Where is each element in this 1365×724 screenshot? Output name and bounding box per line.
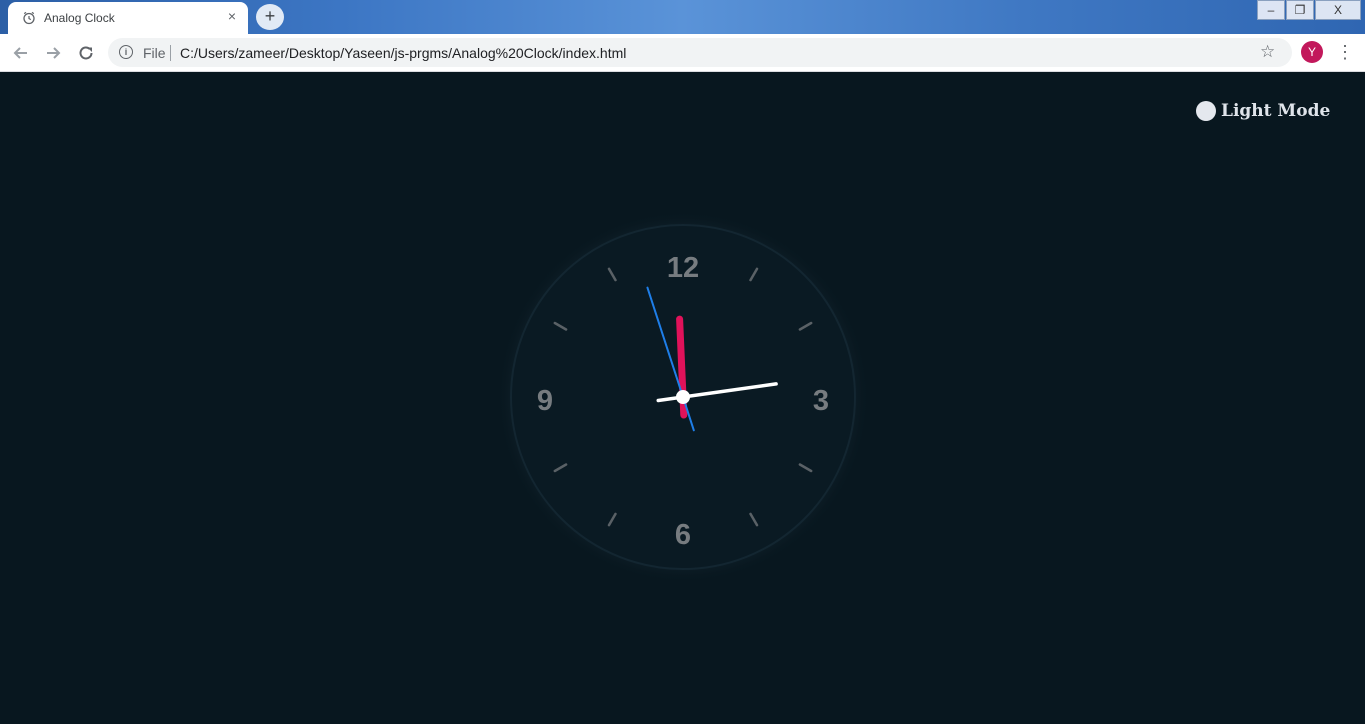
tab-close-icon[interactable]: × — [224, 8, 240, 24]
browser-toolbar: i File C:/Users/zameer/Desktop/Yaseen/js… — [0, 34, 1365, 72]
address-bar[interactable]: i File C:/Users/zameer/Desktop/Yaseen/js… — [108, 38, 1292, 67]
restore-button[interactable]: ❐ — [1286, 0, 1314, 20]
mode-toggle[interactable]: Light Mode — [1196, 100, 1330, 122]
star-icon[interactable]: ☆ — [1260, 42, 1275, 62]
minimize-button[interactable]: – — [1257, 0, 1285, 20]
numeral-9: 9 — [537, 385, 553, 417]
window-controls: – ❐ X — [1256, 0, 1361, 20]
numeral-3: 3 — [813, 385, 829, 417]
profile-avatar[interactable]: Y — [1301, 41, 1323, 63]
kebab-menu-icon[interactable]: ⋮ — [1336, 42, 1354, 62]
window-title-bar: Analog Clock × + – ❐ X — [0, 0, 1365, 34]
mode-toggle-label: Light Mode — [1221, 101, 1331, 121]
tab-title: Analog Clock — [44, 11, 115, 25]
analog-clock: 12 3 6 9 — [497, 211, 869, 583]
back-arrow-icon[interactable] — [10, 42, 32, 64]
clock-favicon-icon — [23, 11, 35, 25]
clock-face-svg: 12 3 6 9 — [497, 211, 869, 583]
scheme-label: File — [143, 45, 166, 61]
url-text[interactable]: C:/Users/zameer/Desktop/Yaseen/js-prgms/… — [180, 45, 626, 61]
center-pin — [676, 390, 690, 404]
info-icon[interactable]: i — [119, 45, 133, 59]
address-separator — [170, 45, 171, 61]
forward-arrow-icon[interactable] — [42, 42, 64, 64]
numeral-6: 6 — [675, 519, 691, 551]
numeral-12: 12 — [667, 252, 699, 284]
reload-icon[interactable] — [75, 42, 97, 64]
browser-tab[interactable]: Analog Clock × — [8, 2, 248, 34]
new-tab-button[interactable]: + — [256, 4, 284, 30]
close-window-button[interactable]: X — [1315, 0, 1361, 20]
mode-toggle-dot-icon — [1196, 101, 1216, 121]
